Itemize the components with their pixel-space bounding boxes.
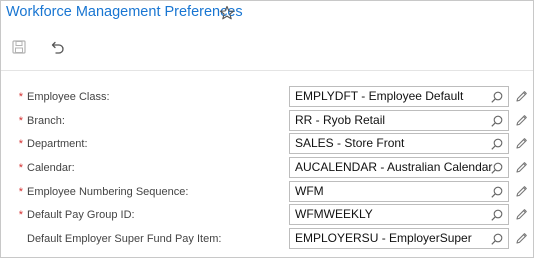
form-row-department: * Department: SALES - Store Front [1,133,533,156]
form-row-default-employer-super-fund-pay-item: Default Employer Super Fund Pay Item: EM… [1,228,533,251]
required-marker: * [18,115,23,127]
pencil-icon[interactable] [514,160,529,175]
search-icon[interactable] [490,161,504,175]
preferences-window: Workforce Management Preferences * Emplo… [0,0,534,258]
calendar-field[interactable]: AUCALENDAR - Australian Calendar [289,157,509,178]
field-label: Employee Numbering Sequence: [27,186,189,198]
search-icon[interactable] [490,208,504,222]
pencil-icon[interactable] [514,113,529,128]
employee-class-field[interactable]: EMPLYDFT - Employee Default [289,86,509,107]
form-row-default-pay-group-id: * Default Pay Group ID: WFMWEEKLY [1,204,533,227]
field-label: Default Employer Super Fund Pay Item: [27,233,222,245]
pencil-icon[interactable] [514,184,529,199]
search-icon[interactable] [490,137,504,151]
toolbar-divider [1,70,533,71]
department-field[interactable]: SALES - Store Front [289,133,509,154]
field-label: Employee Class: [27,91,110,103]
pencil-icon[interactable] [514,89,529,104]
employee-numbering-sequence-field[interactable]: WFM [289,181,509,202]
required-marker: * [18,162,23,174]
required-marker: * [18,138,23,150]
save-button[interactable] [7,37,31,61]
pencil-icon[interactable] [514,207,529,222]
field-label: Branch: [27,115,65,127]
pencil-icon[interactable] [514,231,529,246]
field-value: SALES - Store Front [295,136,405,150]
toolbar [1,31,533,69]
page-title: Workforce Management Preferences [6,4,243,20]
save-icon [12,39,26,59]
search-icon[interactable] [490,90,504,104]
form-row-branch: * Branch: RR - Ryob Retail [1,110,533,133]
branch-field[interactable]: RR - Ryob Retail [289,110,509,131]
default-employer-super-fund-pay-item-field[interactable]: EMPLOYERSU - EmployerSuper [289,228,509,249]
field-label: Calendar: [27,162,75,174]
pencil-icon[interactable] [514,136,529,151]
field-value: WFMWEEKLY [295,207,373,221]
search-icon[interactable] [490,185,504,199]
field-value: EMPLYDFT - Employee Default [295,89,464,103]
title-bar: Workforce Management Preferences [1,1,533,27]
search-icon[interactable] [490,114,504,128]
field-value: RR - Ryob Retail [295,113,386,127]
field-label: Department: [27,138,88,150]
search-icon[interactable] [490,232,504,246]
required-marker: * [18,186,23,198]
form-row-calendar: * Calendar: AUCALENDAR - Australian Calen… [1,157,533,180]
required-marker: * [18,209,23,221]
required-marker: * [18,91,23,103]
form-row-employee-numbering-sequence: * Employee Numbering Sequence: WFM [1,181,533,204]
undo-button[interactable] [46,37,70,61]
field-value: WFM [295,184,324,198]
default-pay-group-id-field[interactable]: WFMWEEKLY [289,204,509,225]
field-label: Default Pay Group ID: [27,209,135,221]
form-row-employee-class: * Employee Class: EMPLYDFT - Employee Def… [1,86,533,109]
undo-icon [50,39,66,60]
field-value: AUCALENDAR - Australian Calendar [295,160,493,174]
field-value: EMPLOYERSU - EmployerSuper [295,231,472,245]
star-icon[interactable] [219,5,235,21]
